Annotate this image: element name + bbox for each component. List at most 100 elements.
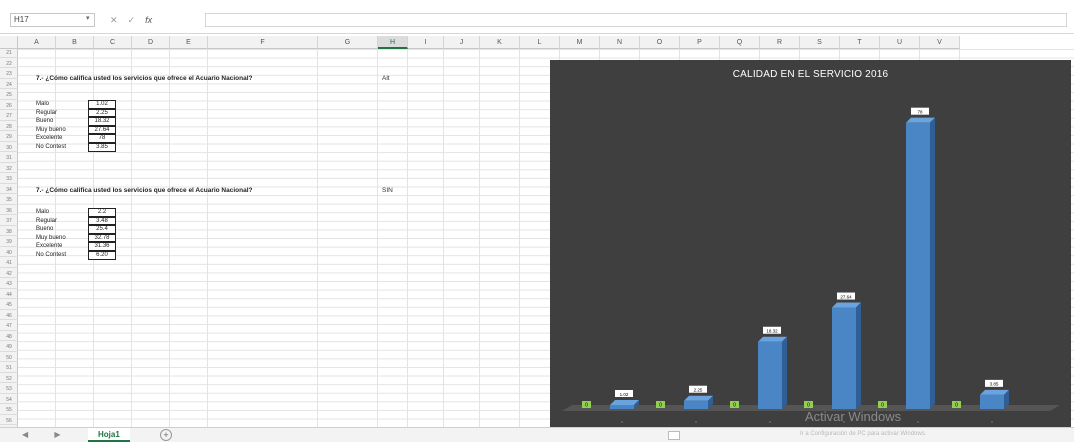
column-header-j[interactable]: J (444, 36, 480, 49)
table-row: Excelente 31.36 (36, 242, 118, 251)
column-header-s[interactable]: S (800, 36, 840, 49)
column-header-q[interactable]: Q (720, 36, 760, 49)
row-header[interactable]: 36 (0, 207, 18, 216)
table-label[interactable]: Excelente (36, 242, 86, 251)
column-header-r[interactable]: R (760, 36, 800, 49)
column-header-u[interactable]: U (880, 36, 920, 49)
chevron-down-icon[interactable]: ▾ (86, 14, 90, 22)
add-sheet-icon[interactable]: + (160, 429, 172, 441)
table-value[interactable]: 3.48 (88, 216, 116, 226)
row-header[interactable]: 56 (0, 417, 18, 426)
select-all-corner[interactable] (0, 36, 18, 49)
column-header-o[interactable]: O (640, 36, 680, 49)
table-label[interactable]: Excelente (36, 134, 86, 143)
confirm-icon[interactable]: ✓ (128, 13, 136, 27)
horizontal-scrollbar[interactable] (668, 431, 680, 440)
table-label[interactable]: No Contest (36, 143, 86, 152)
row-header[interactable]: 41 (0, 259, 18, 268)
table-label[interactable]: Bueno (36, 117, 86, 126)
row-header[interactable]: 45 (0, 301, 18, 310)
column-header-h[interactable]: H (378, 36, 408, 49)
row-header[interactable]: 40 (0, 249, 18, 258)
row-header[interactable]: 35 (0, 196, 18, 205)
table-value[interactable]: 78 (88, 134, 116, 143)
cancel-icon[interactable]: ✕ (110, 13, 118, 27)
column-header-i[interactable]: I (408, 36, 444, 49)
table-value[interactable]: 31.36 (88, 242, 116, 251)
column-header-l[interactable]: L (520, 36, 560, 49)
column-header-b[interactable]: B (56, 36, 94, 49)
name-box[interactable]: H17 (10, 13, 95, 27)
table-value[interactable]: 2.2 (88, 208, 116, 217)
table-value[interactable]: 2.25 (88, 108, 116, 118)
row-header[interactable]: 34 (0, 186, 18, 195)
table-label[interactable]: Muy bueno (36, 234, 86, 243)
table-label[interactable]: Bueno (36, 225, 86, 234)
row-header[interactable]: 25 (0, 91, 18, 100)
table-label[interactable]: Malo (36, 208, 86, 217)
row-header[interactable]: 55 (0, 406, 18, 415)
column-header-t[interactable]: T (840, 36, 880, 49)
bar-chart[interactable]: CALIDAD EN EL SERVICIO 2016 0 1.02 0 2.25 0 1… (550, 60, 1071, 428)
row-header[interactable]: 33 (0, 175, 18, 184)
table-label[interactable]: Muy bueno (36, 126, 86, 135)
row-header[interactable]: 52 (0, 375, 18, 384)
table-label[interactable]: Regular (36, 217, 86, 226)
row-header[interactable]: 46 (0, 312, 18, 321)
row-header[interactable]: 38 (0, 228, 18, 237)
column-header-g[interactable]: G (318, 36, 378, 49)
row-header[interactable]: 21 (0, 49, 18, 58)
row-header[interactable]: 22 (0, 60, 18, 69)
row-header[interactable]: 26 (0, 102, 18, 111)
row-header[interactable]: 37 (0, 217, 18, 226)
sheet-tab-hoja1[interactable]: Hoja1 (88, 428, 130, 442)
row-header[interactable]: 50 (0, 354, 18, 363)
table-value[interactable]: 1.02 (88, 100, 116, 109)
table-label[interactable]: Malo (36, 100, 86, 109)
insert-function-icon[interactable]: fx (145, 13, 152, 27)
table-row: Bueno 25.4 (36, 225, 118, 234)
row-header[interactable]: 43 (0, 280, 18, 289)
row-header[interactable]: 42 (0, 270, 18, 279)
column-header-m[interactable]: M (560, 36, 600, 49)
row-header[interactable]: 23 (0, 70, 18, 79)
section-1-label: Alt (382, 75, 390, 82)
bar-side (782, 336, 787, 409)
formula-input[interactable] (205, 13, 1067, 27)
row-header[interactable]: 54 (0, 396, 18, 405)
column-header-k[interactable]: K (480, 36, 520, 49)
column-header-v[interactable]: V (920, 36, 960, 49)
column-header-f[interactable]: F (208, 36, 318, 49)
row-header[interactable]: 48 (0, 333, 18, 342)
row-header[interactable]: 51 (0, 364, 18, 373)
column-header-e[interactable]: E (170, 36, 208, 49)
table-value[interactable]: 27.64 (88, 125, 116, 135)
table-label[interactable]: Regular (36, 109, 86, 118)
column-header-c[interactable]: C (94, 36, 132, 49)
row-header[interactable]: 27 (0, 112, 18, 121)
table-value[interactable]: 18.32 (88, 117, 116, 126)
bar (906, 122, 930, 409)
row-header[interactable]: 31 (0, 154, 18, 163)
row-header[interactable]: 49 (0, 343, 18, 352)
row-header[interactable]: 44 (0, 291, 18, 300)
table-row: Muy bueno 27.64 (36, 125, 118, 135)
row-header[interactable]: 53 (0, 385, 18, 394)
column-header-a[interactable]: A (18, 36, 56, 49)
column-header-p[interactable]: P (680, 36, 720, 49)
table-value[interactable]: 6.20 (88, 251, 116, 260)
row-header[interactable]: 29 (0, 133, 18, 142)
table-value[interactable]: 25.4 (88, 225, 116, 234)
table-label[interactable]: No Contest (36, 251, 86, 260)
row-header[interactable]: 47 (0, 322, 18, 331)
row-header[interactable]: 28 (0, 123, 18, 132)
column-header-d[interactable]: D (132, 36, 170, 49)
row-header[interactable]: 24 (0, 81, 18, 90)
row-header[interactable]: 32 (0, 165, 18, 174)
sheet-nav-arrows-icon[interactable]: ◀ ▶ (22, 430, 73, 439)
column-header-n[interactable]: N (600, 36, 640, 49)
row-header[interactable]: 30 (0, 144, 18, 153)
table-value[interactable]: 3.85 (88, 143, 116, 152)
table-value[interactable]: 32.78 (88, 233, 116, 243)
row-header[interactable]: 39 (0, 238, 18, 247)
